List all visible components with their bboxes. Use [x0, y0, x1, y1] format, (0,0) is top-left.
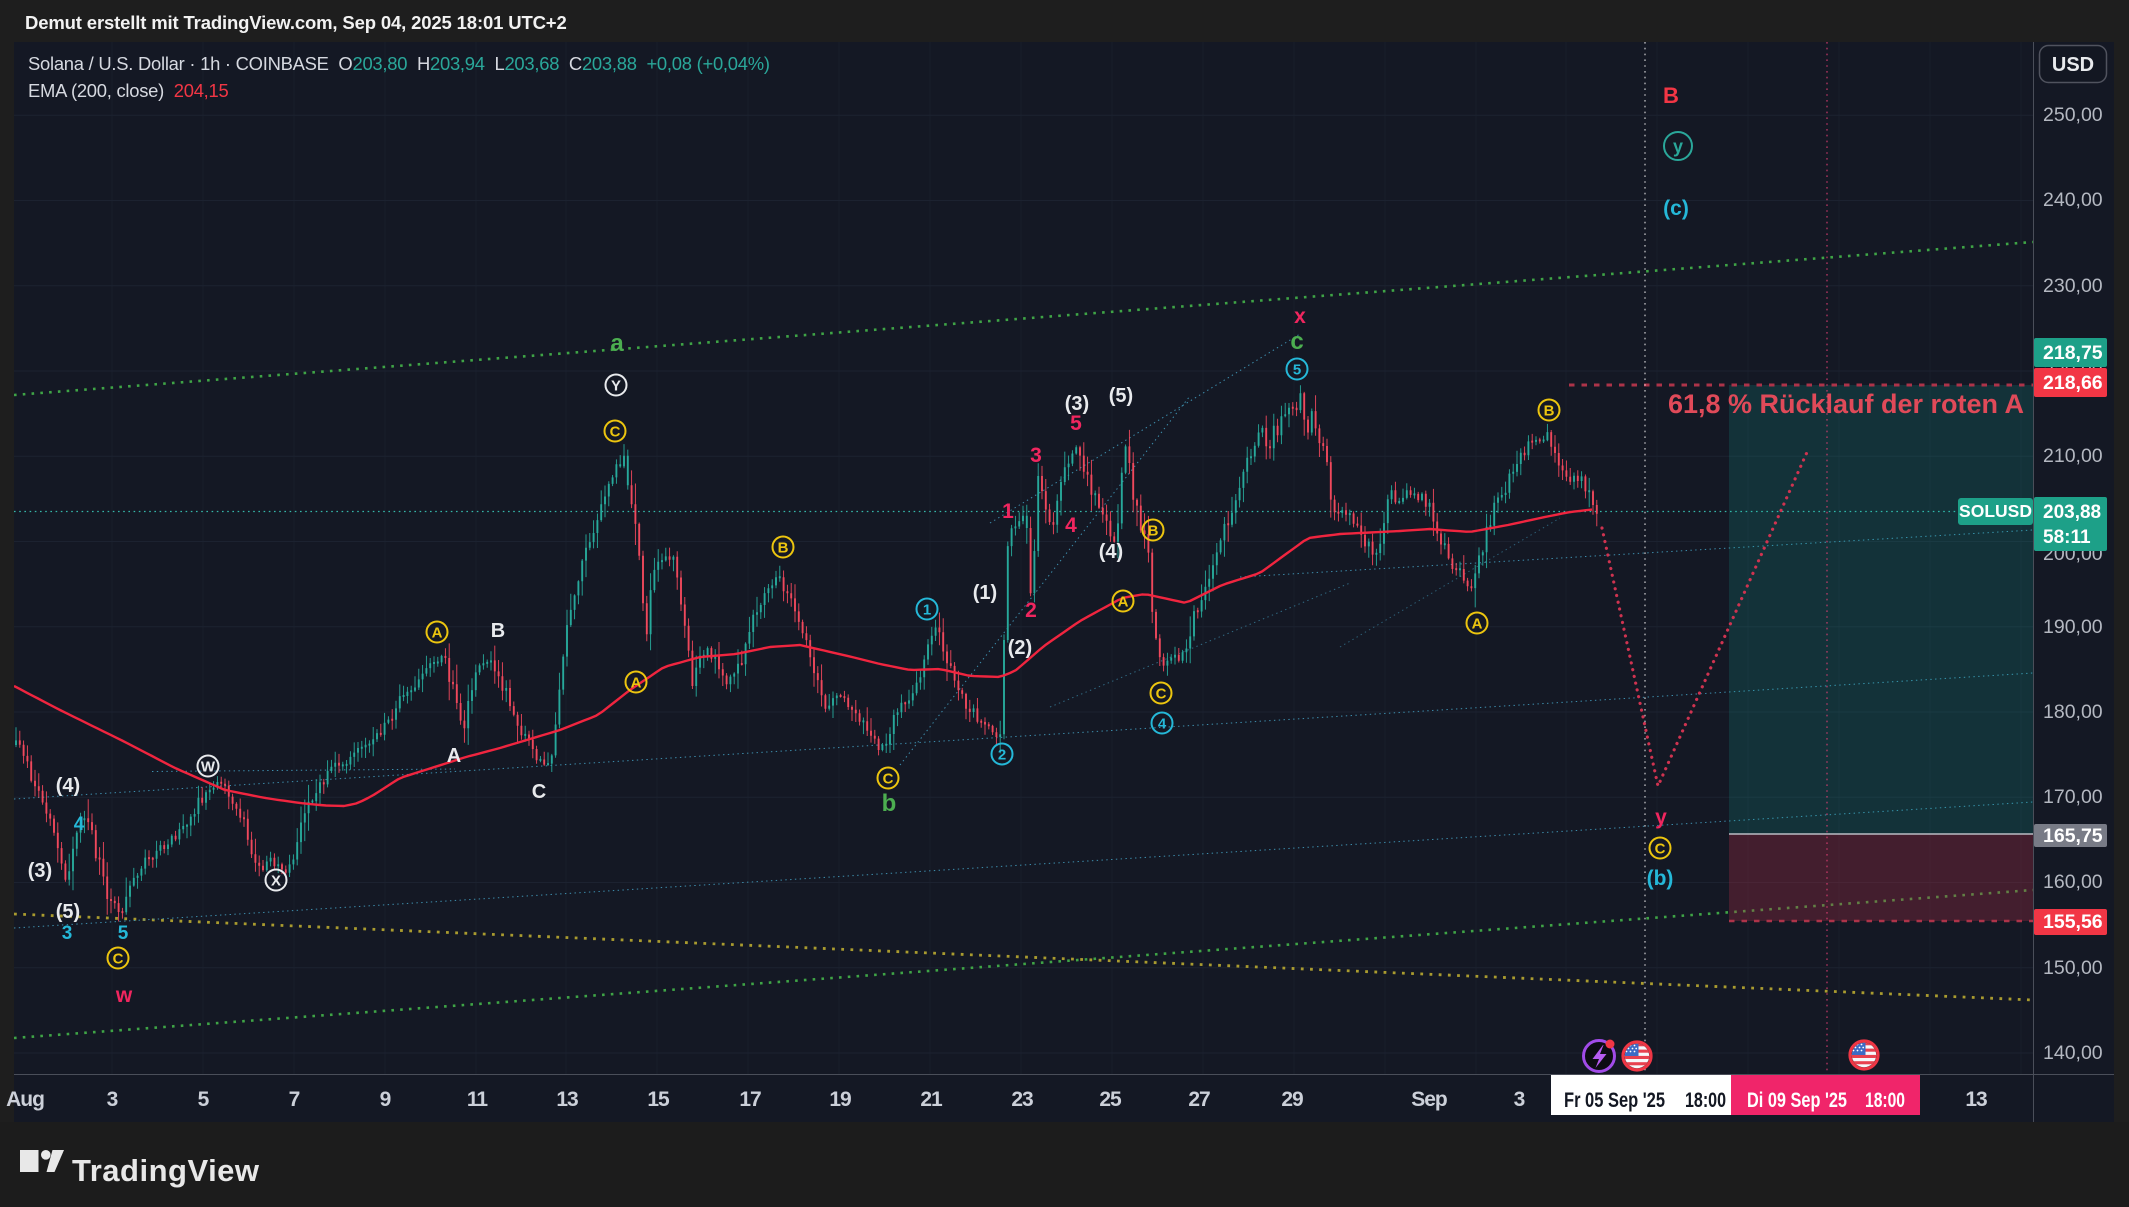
svg-text:190,00: 190,00	[2043, 616, 2103, 638]
svg-text:(2): (2)	[1008, 637, 1032, 659]
svg-text:230,00: 230,00	[2043, 275, 2103, 297]
svg-text:61,8 % Rücklauf der roten A: 61,8 % Rücklauf der roten A	[1668, 389, 2024, 419]
svg-text:210,00: 210,00	[2043, 445, 2103, 467]
svg-text:218,66: 218,66	[2043, 372, 2103, 394]
svg-text:Aug: Aug	[6, 1088, 44, 1111]
svg-text:(5): (5)	[1109, 385, 1133, 407]
svg-text:140,00: 140,00	[2043, 1042, 2103, 1064]
svg-text:C: C	[1655, 840, 1666, 857]
svg-text:C: C	[883, 770, 894, 787]
svg-text:W: W	[201, 758, 216, 775]
svg-text:240,00: 240,00	[2043, 189, 2103, 211]
svg-text:Demut erstellt mit TradingView: Demut erstellt mit TradingView.com, Sep …	[25, 12, 567, 33]
svg-text:15: 15	[647, 1088, 670, 1111]
svg-text:4: 4	[1065, 514, 1077, 537]
svg-text:5: 5	[1293, 361, 1301, 378]
svg-text:1: 1	[923, 601, 931, 618]
svg-text:(b): (b)	[1647, 867, 1674, 890]
svg-text:w: w	[115, 984, 133, 1007]
svg-text:27: 27	[1188, 1088, 1210, 1111]
svg-text:1: 1	[1002, 500, 1014, 523]
svg-text:TradingView: TradingView	[72, 1153, 260, 1188]
svg-text:B: B	[491, 620, 505, 642]
svg-text:A: A	[631, 674, 642, 691]
svg-text:29: 29	[1281, 1088, 1303, 1111]
svg-text:3: 3	[107, 1088, 118, 1111]
svg-text:c: c	[1290, 328, 1303, 355]
svg-text:Y: Y	[611, 377, 621, 394]
svg-text:18:00: 18:00	[1865, 1089, 1905, 1112]
svg-text:5: 5	[118, 923, 129, 944]
svg-text:(1): (1)	[973, 582, 997, 604]
svg-text:4: 4	[1158, 715, 1167, 732]
svg-text:(3): (3)	[28, 860, 52, 882]
svg-text:Fr 05 Sep '25: Fr 05 Sep '25	[1564, 1089, 1665, 1112]
svg-text:25: 25	[1099, 1088, 1122, 1111]
svg-text:Solana / U.S. Dollar · 1h · CO: Solana / U.S. Dollar · 1h · COINBASE O20…	[28, 53, 770, 74]
svg-text:a: a	[610, 330, 624, 357]
svg-text:A: A	[1472, 615, 1483, 632]
svg-text:B: B	[1544, 402, 1555, 419]
svg-text:EMA (200, close) 204,15: EMA (200, close) 204,15	[28, 80, 229, 101]
svg-text:180,00: 180,00	[2043, 701, 2103, 723]
svg-text:250,00: 250,00	[2043, 104, 2103, 126]
svg-text:218,75: 218,75	[2043, 342, 2103, 364]
svg-text:(4): (4)	[56, 775, 80, 797]
svg-text:5: 5	[1070, 412, 1082, 435]
svg-text:B: B	[1148, 522, 1159, 539]
svg-text:9: 9	[380, 1088, 391, 1111]
svg-text:SOLUSD: SOLUSD	[1959, 501, 2032, 521]
svg-text:C: C	[610, 423, 621, 440]
svg-text:5: 5	[198, 1088, 210, 1111]
svg-text:18:00: 18:00	[1685, 1089, 1726, 1112]
svg-text:2: 2	[998, 746, 1006, 763]
svg-text:x: x	[1294, 305, 1306, 328]
svg-text:Di 09 Sep '25: Di 09 Sep '25	[1747, 1089, 1847, 1112]
svg-text:3: 3	[62, 923, 73, 944]
svg-text:A: A	[432, 624, 443, 641]
svg-text:13: 13	[556, 1088, 578, 1111]
svg-text:19: 19	[829, 1088, 851, 1111]
svg-text:23: 23	[1011, 1088, 1033, 1111]
svg-text:(5): (5)	[56, 901, 80, 923]
svg-text:A: A	[1118, 593, 1129, 610]
svg-text:2: 2	[1025, 599, 1037, 622]
svg-text:(c): (c)	[1663, 197, 1689, 220]
svg-text:155,56: 155,56	[2043, 911, 2103, 933]
svg-text:A: A	[447, 745, 461, 767]
svg-text:7: 7	[289, 1088, 300, 1111]
svg-text:160,00: 160,00	[2043, 871, 2103, 893]
svg-text:C: C	[113, 950, 124, 967]
svg-text:b: b	[882, 790, 897, 817]
svg-text:Sep: Sep	[1411, 1088, 1447, 1111]
svg-text:y: y	[1655, 806, 1667, 829]
svg-text:170,00: 170,00	[2043, 786, 2103, 808]
svg-text:150,00: 150,00	[2043, 957, 2103, 979]
svg-text:11: 11	[467, 1088, 489, 1111]
svg-text:3: 3	[1514, 1088, 1525, 1111]
svg-text:17: 17	[739, 1088, 761, 1111]
svg-text:4: 4	[74, 814, 85, 835]
svg-text:y: y	[1673, 136, 1683, 156]
svg-text:B: B	[778, 539, 789, 556]
svg-text:3: 3	[1030, 444, 1042, 467]
svg-text:(4): (4)	[1099, 541, 1123, 563]
svg-text:B: B	[1663, 83, 1679, 108]
svg-text:C: C	[1156, 685, 1167, 702]
svg-text:USD: USD	[2052, 54, 2094, 76]
svg-text:C: C	[532, 781, 546, 803]
svg-text:X: X	[271, 872, 281, 889]
svg-text:165,75: 165,75	[2043, 825, 2103, 847]
svg-text:21: 21	[920, 1088, 943, 1111]
svg-text:13: 13	[1965, 1088, 1987, 1111]
svg-text:58:11: 58:11	[2043, 527, 2091, 548]
svg-text:203,88: 203,88	[2043, 502, 2101, 523]
